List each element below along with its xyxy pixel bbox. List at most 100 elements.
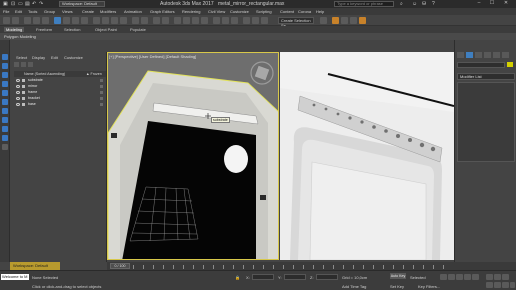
display-filter-icon[interactable]: [2, 63, 8, 69]
menu-edit[interactable]: Edit: [15, 9, 22, 14]
next-frame-icon[interactable]: [464, 274, 471, 280]
window-crossing-icon[interactable]: [81, 17, 88, 24]
previous-frame-icon[interactable]: [448, 274, 455, 280]
y-coordinate-field[interactable]: [284, 274, 306, 280]
utilities-tab-icon[interactable]: [502, 52, 509, 58]
time-slider[interactable]: 0 / 100: [107, 262, 454, 270]
auto-key-button[interactable]: Auto Key: [390, 273, 406, 279]
ribbon-panel-label[interactable]: Polygon Modeling: [4, 34, 36, 39]
keyboard-shortcut-icon[interactable]: [162, 17, 169, 24]
save-file-icon[interactable]: ▤: [25, 1, 30, 7]
menu-content[interactable]: Content: [280, 9, 294, 14]
user-icon[interactable]: ☺: [412, 1, 417, 7]
shapes-filter-icon[interactable]: [2, 81, 8, 87]
column-name[interactable]: Name (Sorted Ascending): [24, 71, 65, 77]
render-production-icon[interactable]: [359, 17, 366, 24]
move-icon[interactable]: [93, 17, 100, 24]
go-to-end-icon[interactable]: [472, 274, 479, 280]
scene-explorer-icon[interactable]: [252, 17, 259, 24]
curve-editor-icon[interactable]: [261, 17, 268, 24]
viewport-label[interactable]: [+] [Perspective] [User Defined] [Defaul…: [109, 54, 196, 59]
list-item[interactable]: frame: [14, 90, 106, 95]
select-manipulate-icon[interactable]: [153, 17, 160, 24]
create-tab-icon[interactable]: [457, 52, 464, 58]
timeline-ticks[interactable]: [133, 265, 451, 269]
xrefs-filter-icon[interactable]: [2, 135, 8, 141]
help-icon[interactable]: ?: [432, 1, 435, 7]
lock-icon[interactable]: 🔒: [235, 275, 240, 280]
go-to-start-icon[interactable]: [440, 274, 447, 280]
maximize-viewport-icon[interactable]: [510, 282, 515, 288]
menu-graph-editors[interactable]: Graph Editors: [150, 9, 175, 14]
minimize-button[interactable]: –: [474, 0, 484, 8]
rendered-scene[interactable]: [280, 52, 454, 260]
rendered-viewport[interactable]: [280, 52, 454, 260]
field-of-view-icon[interactable]: [486, 282, 493, 288]
percent-snap-icon[interactable]: [192, 17, 199, 24]
maxscript-listener[interactable]: Welcome to M: [1, 274, 29, 280]
app-icon[interactable]: ▣: [3, 1, 8, 7]
bones-filter-icon[interactable]: [2, 144, 8, 150]
undo-tool-icon[interactable]: [3, 17, 10, 24]
viewcube-icon[interactable]: [250, 61, 274, 85]
select-by-name-icon[interactable]: [63, 17, 70, 24]
rendered-frame-window-icon[interactable]: [350, 17, 357, 24]
pivot-center-icon[interactable]: [141, 17, 148, 24]
angle-snap-icon[interactable]: [183, 17, 190, 24]
select-object-icon[interactable]: [54, 17, 61, 24]
list-item[interactable]: base: [14, 102, 106, 107]
menu-tools[interactable]: Tools: [28, 9, 37, 14]
display-tab-icon[interactable]: [493, 52, 500, 58]
groups-filter-icon[interactable]: [2, 126, 8, 132]
undo-icon[interactable]: ↶: [32, 1, 36, 7]
visibility-eye-icon[interactable]: [16, 103, 20, 106]
cart-icon[interactable]: ⛁: [422, 1, 426, 7]
snaps-toggle-icon[interactable]: [174, 17, 181, 24]
menu-group[interactable]: Group: [44, 9, 55, 14]
explorer-menu-customize[interactable]: Customize: [64, 55, 83, 60]
menu-create[interactable]: Create: [82, 9, 94, 14]
freeze-toggle[interactable]: [100, 91, 103, 94]
layer-manager-icon[interactable]: [243, 17, 250, 24]
bind-space-warp-icon[interactable]: [42, 17, 49, 24]
menu-customize[interactable]: Customize: [230, 9, 249, 14]
column-frozen[interactable]: ▲ Frozen: [86, 71, 102, 77]
object-name-field[interactable]: [457, 62, 505, 68]
visibility-eye-icon[interactable]: [16, 91, 20, 94]
cameras-filter-icon[interactable]: [2, 99, 8, 105]
visibility-eye-icon[interactable]: [16, 97, 20, 100]
play-icon[interactable]: [456, 274, 463, 280]
x-coordinate-field[interactable]: [252, 274, 274, 280]
unlink-icon[interactable]: [33, 17, 40, 24]
freeze-toggle[interactable]: [100, 85, 103, 88]
close-button[interactable]: ✕: [501, 0, 511, 8]
perspective-scene[interactable]: [108, 53, 279, 260]
menu-modifiers[interactable]: Modifiers: [100, 9, 116, 14]
z-coordinate-field[interactable]: [316, 274, 338, 280]
align-icon[interactable]: [231, 17, 238, 24]
mirror-icon[interactable]: [222, 17, 229, 24]
pan-view-icon[interactable]: [494, 282, 501, 288]
freeze-toggle[interactable]: [100, 97, 103, 100]
tab-freeform[interactable]: Freeform: [36, 27, 52, 32]
menu-rendering[interactable]: Rendering: [182, 9, 200, 14]
key-filters-button[interactable]: Key Filters...: [418, 284, 440, 289]
perspective-viewport[interactable]: [+] [Perspective] [User Defined] [Defaul…: [107, 52, 279, 260]
visibility-eye-icon[interactable]: [16, 79, 20, 82]
list-item[interactable]: substrate: [14, 78, 106, 83]
menu-file[interactable]: File: [3, 9, 9, 14]
schematic-view-icon[interactable]: [320, 17, 327, 24]
explorer-menu-edit[interactable]: Edit: [51, 55, 58, 60]
new-file-icon[interactable]: ⊡: [11, 1, 15, 7]
redo-tool-icon[interactable]: [12, 17, 19, 24]
render-setup-icon[interactable]: [341, 17, 348, 24]
modifier-list-dropdown[interactable]: Modifier List: [457, 73, 515, 80]
key-mode-dropdown[interactable]: Selected: [410, 275, 426, 280]
lights-filter-icon[interactable]: [2, 90, 8, 96]
explorer-menu-select[interactable]: Select: [16, 55, 27, 60]
named-selection-icon[interactable]: [213, 17, 220, 24]
menu-help[interactable]: Help: [316, 9, 324, 14]
list-item[interactable]: bracket: [14, 96, 106, 101]
maximize-button[interactable]: ☐: [487, 0, 497, 8]
tab-selection[interactable]: Selection: [64, 27, 80, 32]
